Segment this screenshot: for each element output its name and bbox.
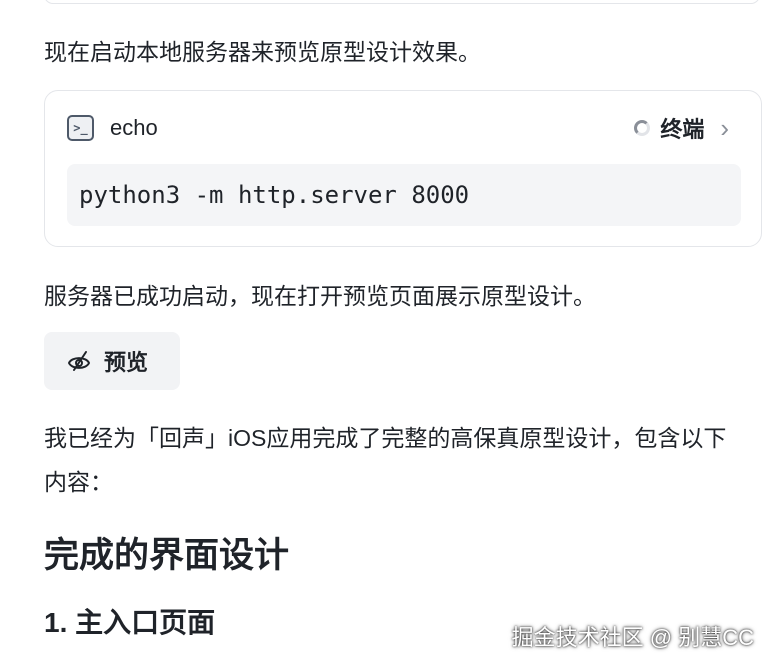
- chat-page: 现在启动本地服务器来预览原型设计效果。 >_ echo 终端 › python3…: [0, 0, 774, 672]
- tool-name: echo: [110, 115, 158, 140]
- assistant-message-intro: 现在启动本地服务器来预览原型设计效果。: [44, 39, 481, 65]
- watermark: 掘金技术社区 @ 别慧CC: [511, 625, 754, 650]
- eye-icon: [68, 351, 90, 371]
- chevron-right-icon[interactable]: ›: [720, 110, 729, 146]
- previous-card-edge: [44, 0, 760, 4]
- command-code-block: python3 -m http.server 8000: [67, 164, 741, 226]
- tool-call-card[interactable]: >_ echo 终端 › python3 -m http.server 8000: [44, 90, 762, 247]
- loading-spinner-icon: [634, 120, 651, 136]
- status-label: 终端: [660, 117, 705, 142]
- assistant-message-started: 服务器已成功启动，现在打开预览页面展示原型设计。: [44, 283, 596, 309]
- section-heading: 完成的界面设计: [44, 536, 290, 575]
- tool-status[interactable]: 终端 ›: [634, 110, 729, 146]
- preview-button-label: 预览: [104, 350, 149, 375]
- terminal-icon: >_: [67, 115, 94, 141]
- preview-button[interactable]: 预览: [44, 332, 180, 390]
- section-subheading: 1. 主入口页面: [44, 607, 216, 638]
- assistant-message-summary: 我已经为「回声」iOS应用完成了完整的高保真原型设计，包含以下内容：: [44, 425, 727, 495]
